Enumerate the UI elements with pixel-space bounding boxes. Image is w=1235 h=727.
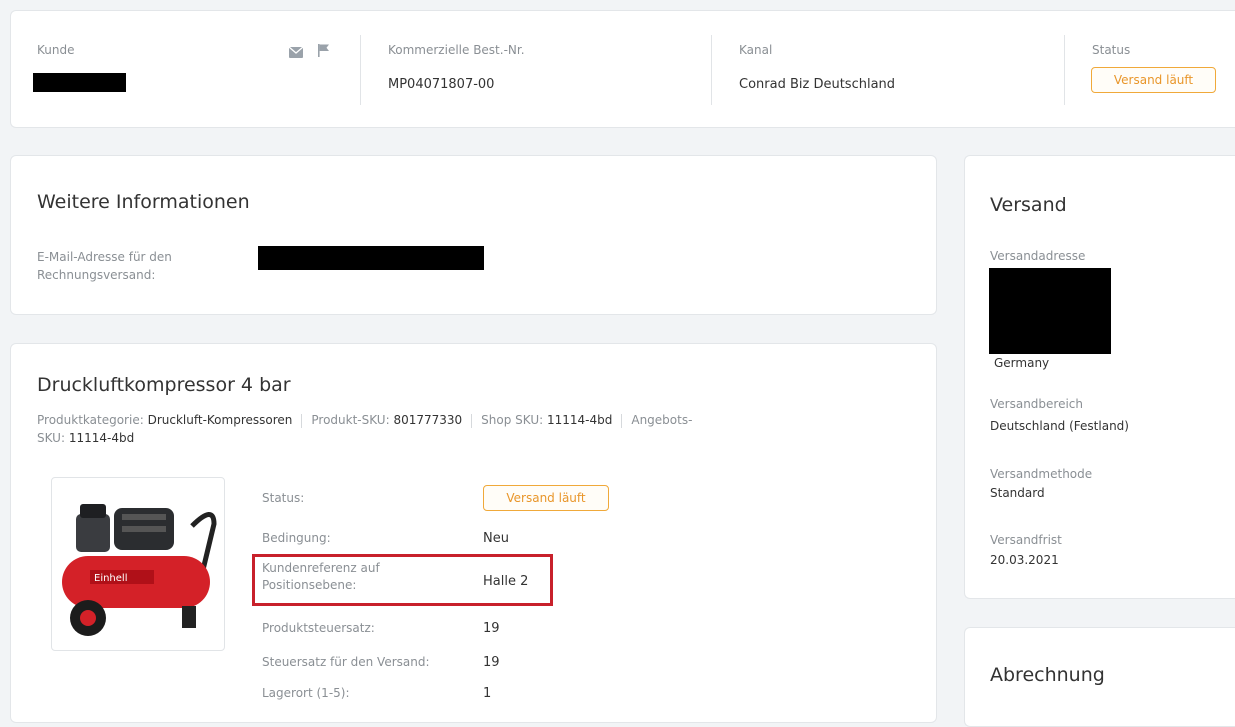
product-image-brand-label: Einhell [94, 573, 127, 584]
status-label: Status [1092, 43, 1131, 57]
country-value: Germany [994, 356, 1050, 370]
detail-kundenreferenz-label: Kundenreferenz auf Positionsebene: [262, 561, 380, 592]
detail-steuersatz-value: 19 [483, 621, 500, 636]
bestnr-label: Kommerzielle Best.-Nr. [388, 43, 525, 57]
detail-status-badge: Versand läuft [483, 485, 609, 511]
versandbereich-label: Versandbereich [990, 397, 1084, 411]
flag-icon[interactable] [318, 42, 330, 61]
mail-icon[interactable] [288, 43, 304, 62]
header-divider [360, 35, 361, 105]
product-image: Einhell [51, 477, 225, 651]
detail-versandsteuer-label: Steuersatz für den Versand: [262, 655, 430, 669]
detail-lagerort-label: Lagerort (1-5): [262, 686, 350, 700]
kanal-label: Kanal [739, 43, 773, 57]
versandadresse-label: Versandadresse [990, 249, 1086, 263]
detail-bedingung-value: Neu [483, 531, 509, 546]
bestnr-value: MP04071807-00 [388, 77, 495, 92]
weitere-informationen-card: Weitere Informationen E-Mail-Adresse für… [10, 155, 937, 315]
email-label: E-Mail-Adresse für den Rechnungsversand: [37, 250, 172, 282]
detail-bedingung-label: Bedingung: [262, 531, 331, 545]
header-divider [711, 35, 712, 105]
customer-name-redacted [33, 73, 126, 92]
detail-status-label: Status: [262, 491, 305, 505]
versand-title: Versand [990, 194, 1067, 216]
detail-steuersatz-label: Produktsteuersatz: [262, 621, 375, 635]
versandbereich-value: Deutschland (Festland) [990, 419, 1129, 433]
detail-kundenreferenz-value: Halle 2 [483, 574, 529, 589]
product-meta: Produktkategorie: Druckluft-Kompressoren… [37, 413, 693, 445]
versandmethode-label: Versandmethode [990, 467, 1093, 481]
section-title: Weitere Informationen [37, 191, 250, 213]
email-redacted [258, 246, 484, 270]
header-divider [1064, 35, 1065, 105]
versandmethode-value: Standard [990, 486, 1045, 500]
product-card: Druckluftkompressor 4 bar Produktkategor… [10, 343, 937, 723]
kunde-label: Kunde [37, 43, 75, 57]
abrechnung-card: Abrechnung [964, 627, 1235, 727]
order-header-card: Kunde Kommerzielle Best.-Nr. MP04071807-… [10, 10, 1235, 128]
status-badge: Versand läuft [1091, 67, 1216, 93]
versandfrist-value: 20.03.2021 [990, 553, 1059, 567]
versandfrist-label: Versandfrist [990, 533, 1062, 547]
detail-lagerort-value: 1 [483, 686, 492, 701]
kanal-value: Conrad Biz Deutschland [739, 77, 896, 92]
abrechnung-title: Abrechnung [990, 664, 1105, 686]
product-title: Druckluftkompressor 4 bar [37, 374, 291, 396]
versand-card: Versand Versandadresse Germany Versandbe… [964, 155, 1235, 599]
address-redacted [989, 268, 1111, 354]
detail-versandsteuer-value: 19 [483, 655, 500, 670]
